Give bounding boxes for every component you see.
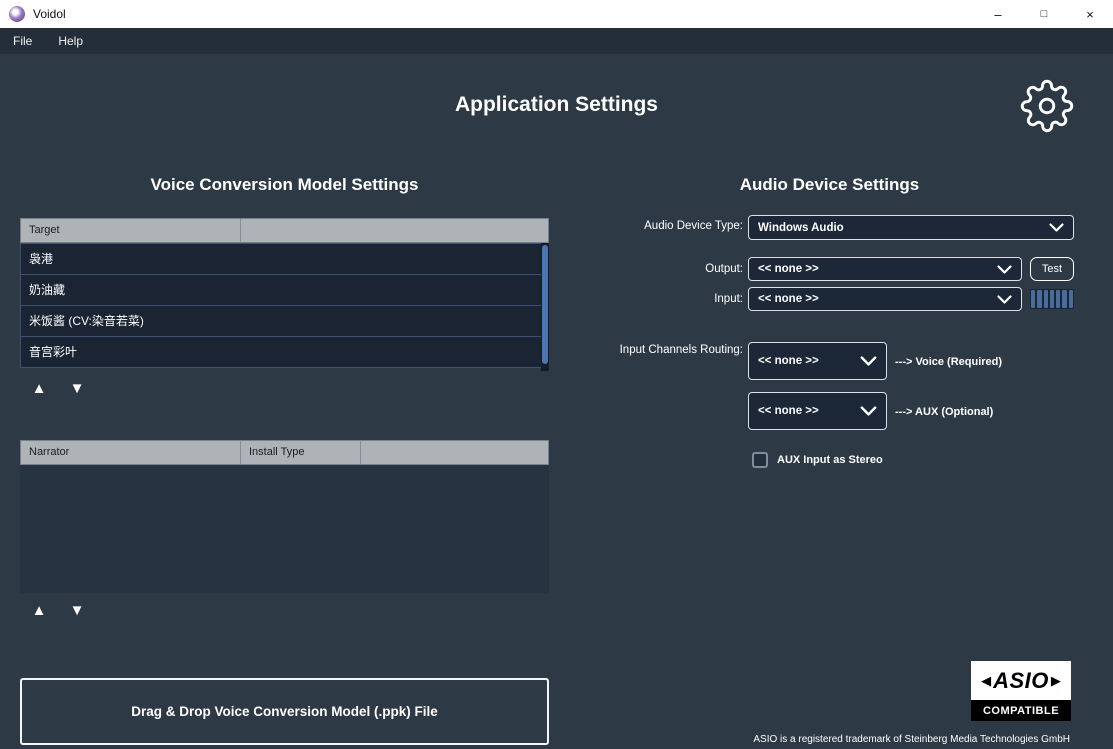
audio-device-settings-title: Audio Device Settings <box>562 175 1097 195</box>
asio-logo-top: ◀ ASIO ▶ <box>971 661 1071 700</box>
asio-compatible-text: COMPATIBLE <box>971 700 1071 721</box>
asio-disclaimer: ASIO is a registered trademark of Steinb… <box>753 734 1070 745</box>
voidol-window: Voidol – □ × File Help Application Setti… <box>0 0 1113 749</box>
target-table-body: 袅港 奶油藏 米饭酱 (CV:染音若菜) 音宫彩叶 <box>20 243 549 368</box>
narrator-move-down-button[interactable]: ▼ <box>66 601 88 621</box>
target-row[interactable]: 奶油藏 <box>20 274 549 306</box>
menu-file[interactable]: File <box>0 28 45 54</box>
model-file-dropzone-label: Drag & Drop Voice Conversion Model (.ppk… <box>131 704 438 719</box>
voice-channel-dropdown[interactable]: << none >> <box>748 342 887 380</box>
chevron-down-icon <box>997 295 1012 304</box>
voice-channel-value: << none >> <box>758 355 819 367</box>
voidol-logo-icon <box>9 6 25 22</box>
input-level-meter <box>1030 289 1074 309</box>
aux-stereo-row: AUX Input as Stereo <box>752 452 883 468</box>
input-device-value: << none >> <box>758 293 819 305</box>
asio-right-triangle-icon: ▶ <box>1051 673 1061 689</box>
target-column-header: Target <box>21 219 241 242</box>
input-label: Input: <box>540 293 743 305</box>
target-table-header: Target <box>20 218 549 243</box>
narrator-column-spacer <box>361 441 548 464</box>
window-title: Voidol <box>33 7 66 21</box>
target-move-down-button[interactable]: ▼ <box>66 379 88 399</box>
window-controls: – □ × <box>975 0 1113 28</box>
close-button[interactable]: × <box>1067 0 1113 28</box>
narrator-column-header: Narrator <box>21 441 241 464</box>
minimize-button[interactable]: – <box>975 0 1021 28</box>
input-channels-routing-label: Input Channels Routing: <box>540 344 743 356</box>
asio-compatible-logo: ◀ ASIO ▶ COMPATIBLE <box>971 661 1071 721</box>
input-device-dropdown[interactable]: << none >> <box>748 287 1022 311</box>
audio-device-type-dropdown[interactable]: Windows Audio <box>748 215 1074 240</box>
aux-channel-dropdown[interactable]: << none >> <box>748 392 887 430</box>
aux-stereo-checkbox[interactable] <box>752 452 768 468</box>
target-row[interactable]: 袅港 <box>20 243 549 275</box>
title-bar: Voidol – □ × <box>0 0 1113 28</box>
narrator-reorder-controls: ▲ ▼ <box>28 601 88 621</box>
menu-help[interactable]: Help <box>45 28 96 54</box>
asio-left-triangle-icon: ◀ <box>981 673 991 689</box>
asio-logo-text: ASIO <box>993 668 1049 694</box>
output-device-dropdown[interactable]: << none >> <box>748 257 1022 281</box>
target-column-spacer <box>241 219 548 242</box>
aux-routing-caption: ---> AUX (Optional) <box>895 406 993 418</box>
target-row[interactable]: 米饭酱 (CV:染音若菜) <box>20 305 549 337</box>
gear-icon[interactable] <box>1020 79 1074 133</box>
menu-bar: File Help <box>0 28 1113 54</box>
voice-routing-caption: ---> Voice (Required) <box>895 356 1002 368</box>
narrator-table-body <box>20 465 549 593</box>
aux-channel-value: << none >> <box>758 405 819 417</box>
narrator-move-up-button[interactable]: ▲ <box>28 601 50 621</box>
chevron-down-icon <box>860 406 877 416</box>
audio-device-type-value: Windows Audio <box>758 222 844 234</box>
target-row[interactable]: 音宫彩叶 <box>20 336 549 368</box>
narrator-table-header: Narrator Install Type <box>20 440 549 465</box>
narrator-table: Narrator Install Type <box>20 440 549 593</box>
output-label: Output: <box>540 263 743 275</box>
page-title: Application Settings <box>0 93 1113 117</box>
chevron-down-icon <box>997 265 1012 274</box>
target-move-up-button[interactable]: ▲ <box>28 379 50 399</box>
aux-stereo-label: AUX Input as Stereo <box>777 454 883 466</box>
target-reorder-controls: ▲ ▼ <box>28 379 88 399</box>
model-file-dropzone[interactable]: Drag & Drop Voice Conversion Model (.ppk… <box>20 678 549 745</box>
output-test-button[interactable]: Test <box>1030 257 1074 281</box>
install-type-column-header: Install Type <box>241 441 361 464</box>
target-table: Target 袅港 奶油藏 米饭酱 (CV:染音若菜) 音宫彩叶 <box>20 218 549 368</box>
audio-device-type-label: Audio Device Type: <box>540 220 743 232</box>
voice-model-settings-title: Voice Conversion Model Settings <box>20 175 549 195</box>
chevron-down-icon <box>860 356 877 366</box>
maximize-button[interactable]: □ <box>1021 0 1067 28</box>
chevron-down-icon <box>1049 223 1064 232</box>
output-device-value: << none >> <box>758 263 819 275</box>
